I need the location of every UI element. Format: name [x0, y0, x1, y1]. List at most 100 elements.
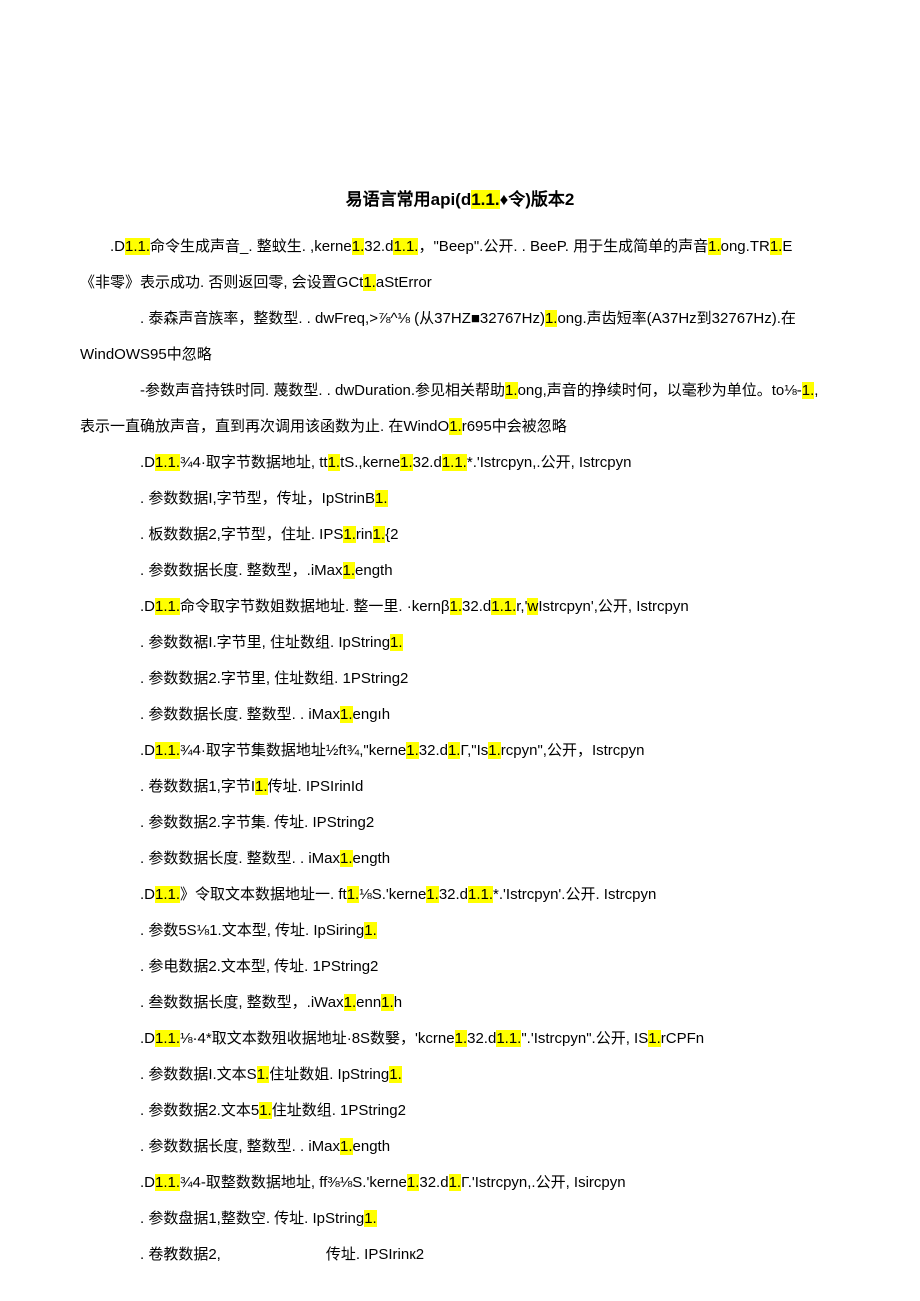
plain-text: ong,声音的挣续时何，以毫秒为单位。to⅛-: [518, 382, 802, 399]
highlight-text: 1.1.: [496, 1030, 521, 1047]
highlight-text: w: [527, 598, 538, 615]
plain-text: 传址. IPSIrinId: [268, 778, 364, 795]
highlight-text: 1.1.: [155, 742, 180, 759]
highlight-text: 1.: [390, 634, 403, 651]
plain-text: ¾4-取整数数据地址, ff⅜⅛S.'kerne: [180, 1174, 407, 1191]
plain-text: . 卷数数据1,字节I: [140, 778, 255, 795]
plain-text: 32.d: [413, 454, 442, 471]
highlight-text: 1.1.: [442, 454, 467, 471]
highlight-text: 1.1.: [491, 598, 516, 615]
highlight-text: 1.: [448, 742, 461, 759]
plain-text: . 参数数裾I.字节里, 住址数组. IpString: [140, 634, 390, 651]
page-title: 易语言常用api(d1.1.♦令)版本2: [80, 180, 840, 221]
plain-text: . 参电数据2.文本型, 传址. 1PString2: [140, 958, 378, 975]
highlight-text: 1.: [259, 1102, 272, 1119]
plain-text: {2: [385, 526, 398, 543]
plain-text: .D: [140, 1030, 155, 1047]
plain-text: 32.d: [439, 886, 468, 903]
plain-text: . 参数数据长度. 整数型，.iMax: [140, 562, 343, 579]
plain-text: rCPFn: [661, 1030, 704, 1047]
plain-text: 表示一直确放声音，直到再次调用该函数为止. 在WindO: [80, 418, 449, 435]
highlight-text: 1.: [449, 1174, 462, 1191]
text-line: . 参数数据2.字节里, 住址数组. 1PString2: [80, 661, 840, 697]
highlight-text: 1.: [648, 1030, 661, 1047]
plain-text: ength: [355, 562, 393, 579]
highlight-text: 1.: [406, 742, 419, 759]
plain-text: aStError: [376, 274, 432, 291]
highlight-text: 1.: [545, 310, 558, 327]
plain-text: ength: [353, 850, 391, 867]
highlight-text: 1.: [364, 1210, 377, 1227]
plain-text: .D: [140, 886, 155, 903]
plain-text: .D: [140, 454, 155, 471]
text-line: . 参数数据2.文本51.住址数组. 1PString2: [80, 1093, 840, 1129]
plain-text: ong.声齿短率(A37Hz到32767Hz).在: [557, 310, 795, 327]
text-line: .D1.1.命令取字节数姐数据地址. 整一里. ·kernβ1.32.d1.1.…: [80, 589, 840, 625]
highlight-text: 1.: [708, 238, 721, 255]
text-line: . 参数数据长度, 整数型. . iMax1.ength: [80, 1129, 840, 1165]
title-pre: 易语言常用api(d: [346, 190, 472, 209]
plain-text: 》令取文本数据地址一. ft: [180, 886, 347, 903]
highlight-text: 1.: [340, 706, 353, 723]
document-body: .D1.1.命令生成声音_. 整蚊生. ,kerne1.32.d1.1.，"Be…: [80, 229, 840, 1273]
highlight-text: 1.: [343, 562, 356, 579]
highlight-text: 1.: [770, 238, 783, 255]
plain-text: . 参数数据2.文本5: [140, 1102, 259, 1119]
plain-text: *.'Istrcpyn'.公开. Istrcpyn: [493, 886, 656, 903]
plain-text: .D: [140, 1174, 155, 1191]
highlight-text: 1.: [363, 274, 376, 291]
text-line: .D1.1.》令取文本数据地址一. ft1.⅛S.'kerne1.32.d1.1…: [80, 877, 840, 913]
highlight-text: 1.: [352, 238, 365, 255]
plain-text: ，"Beep".公开. . BeeP. 用于生成简单的声音: [418, 238, 708, 255]
text-line: -参数声音持铁时同. 蔑数型. . dwDuration.参见相关帮助1.ong…: [80, 373, 840, 409]
plain-text: 32.d: [419, 742, 448, 759]
text-line: . 板数数据2,字节型，住址. IPS1.rin1.{2: [80, 517, 840, 553]
plain-text: enn: [356, 994, 381, 1011]
text-line: . 参数数据长度. 整数型. . iMax1.ength: [80, 841, 840, 877]
plain-text: h: [394, 994, 402, 1011]
plain-text: . 叁数数据长度, 整数型，.iWax: [140, 994, 344, 1011]
plain-text: 命令生成声音_. 整蚊生. ,kerne: [150, 238, 352, 255]
plain-text: ength: [353, 1138, 391, 1155]
plain-text: 32.d: [419, 1174, 448, 1191]
text-line: WindOWS95中忽略: [80, 337, 840, 373]
highlight-text: 1.: [257, 1066, 270, 1083]
plain-text: 32.d: [462, 598, 491, 615]
plain-text: r695中会被忽略: [462, 418, 567, 435]
highlight-text: 1.: [347, 886, 360, 903]
plain-text: . 参数数据I,字节型，传址，IpStrinB: [140, 490, 375, 507]
plain-text: ,: [814, 382, 818, 399]
text-line: . 叁数数据长度, 整数型，.iWax1.enn1.h: [80, 985, 840, 1021]
plain-text: ".'Istrcpyn".公开, IS: [521, 1030, 648, 1047]
highlight-text: 1.: [488, 742, 501, 759]
highlight-text: 1.: [426, 886, 439, 903]
text-line: . 卷教数据2, 传址. IPSIrinк2: [80, 1237, 840, 1273]
plain-text: .D: [110, 238, 125, 255]
plain-text: ⅛S.'kerne: [359, 886, 426, 903]
highlight-text: 1.1.: [125, 238, 150, 255]
highlight-text: 1.: [400, 454, 413, 471]
plain-text: E: [782, 238, 792, 255]
text-line: . 泰森声音族率，整数型. . dwFreq,>⅞^⅛ (从37HZ■32767…: [80, 301, 840, 337]
highlight-text: 1.1.: [468, 886, 493, 903]
plain-text: Γ,"Is: [460, 742, 488, 759]
text-line: . 参数5S⅛1.文本型, 传址. IpSiring1.: [80, 913, 840, 949]
plain-text: . 参数数据I.文本S: [140, 1066, 257, 1083]
plain-text: . 参数数据长度. 整数型. . iMax: [140, 850, 340, 867]
plain-text: WindOWS95中忽略: [80, 346, 212, 363]
plain-text: 《非零》表示成功. 否则返回零, 会设置GCt: [80, 274, 363, 291]
text-line: 《非零》表示成功. 否则返回零, 会设置GCt1.aStError: [80, 265, 840, 301]
highlight-text: 1.: [407, 1174, 420, 1191]
plain-text: . 参数5S⅛1.文本型, 传址. IpSiring: [140, 922, 364, 939]
highlight-text: 1.: [505, 382, 518, 399]
text-line: . 参电数据2.文本型, 传址. 1PString2: [80, 949, 840, 985]
plain-text: r,': [516, 598, 527, 615]
text-line: . 参数数据长度. 整数型. . iMax1.engıh: [80, 697, 840, 733]
highlight-text: 1.1.: [155, 454, 180, 471]
plain-text: rcpyn",公开，Istrcpyn: [501, 742, 645, 759]
plain-text: rin: [356, 526, 373, 543]
text-line: 表示一直确放声音，直到再次调用该函数为止. 在WindO1.r695中会被忽略: [80, 409, 840, 445]
highlight-text: 1.: [364, 922, 377, 939]
text-line: .D1.1.¾4·取字节数据地址, tt1.tS.,kerne1.32.d1.1…: [80, 445, 840, 481]
highlight-text: 1.: [373, 526, 386, 543]
